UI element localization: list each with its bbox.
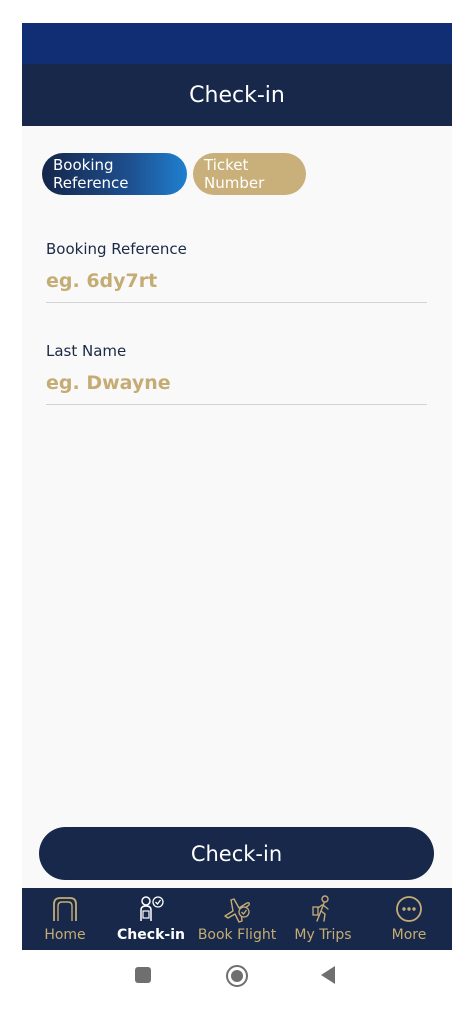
- plane-icon: [224, 898, 250, 923]
- home-arch-icon: [53, 897, 77, 921]
- more-dots-icon: [396, 896, 422, 922]
- booking-reference-field: Booking Reference: [46, 240, 427, 303]
- check-in-button[interactable]: Check-in: [39, 827, 434, 880]
- last-name-field: Last Name: [46, 342, 427, 405]
- last-name-input[interactable]: [46, 372, 427, 405]
- nav-label-check-in: Check-in: [117, 927, 185, 943]
- bottom-nav: Home Check-in Book Flight My Trips More: [22, 888, 452, 950]
- nav-item-book-flight[interactable]: Book Flight: [194, 888, 280, 950]
- app-header: Check-in: [22, 64, 452, 126]
- traveler-icon: [312, 895, 329, 922]
- booking-reference-label: Booking Reference: [46, 240, 187, 258]
- app-screen: Check-in Booking Reference Ticket Number…: [22, 23, 452, 950]
- nav-item-check-in[interactable]: Check-in: [108, 888, 194, 950]
- status-bar: [22, 23, 452, 64]
- nav-item-more[interactable]: More: [366, 888, 452, 950]
- booking-reference-input[interactable]: [46, 270, 427, 303]
- nav-label-home: Home: [44, 927, 86, 943]
- nav-label-more: More: [391, 927, 427, 943]
- home-button-icon[interactable]: [226, 965, 248, 987]
- system-nav-bar: [0, 950, 473, 1024]
- back-icon[interactable]: [321, 966, 335, 984]
- tab-ticket-number[interactable]: Ticket Number: [193, 153, 306, 195]
- checkin-method-tabs: Booking Reference Ticket Number: [42, 153, 306, 195]
- nav-item-my-trips[interactable]: My Trips: [280, 888, 366, 950]
- nav-label-my-trips: My Trips: [294, 927, 352, 943]
- page-title: Check-in: [189, 82, 285, 108]
- nav-label-book-flight: Book Flight: [197, 927, 277, 943]
- nav-item-home[interactable]: Home: [22, 888, 108, 950]
- check-in-person-icon: [140, 896, 164, 921]
- recent-apps-icon[interactable]: [135, 967, 151, 983]
- tab-booking-reference[interactable]: Booking Reference: [42, 153, 187, 195]
- last-name-label: Last Name: [46, 342, 127, 360]
